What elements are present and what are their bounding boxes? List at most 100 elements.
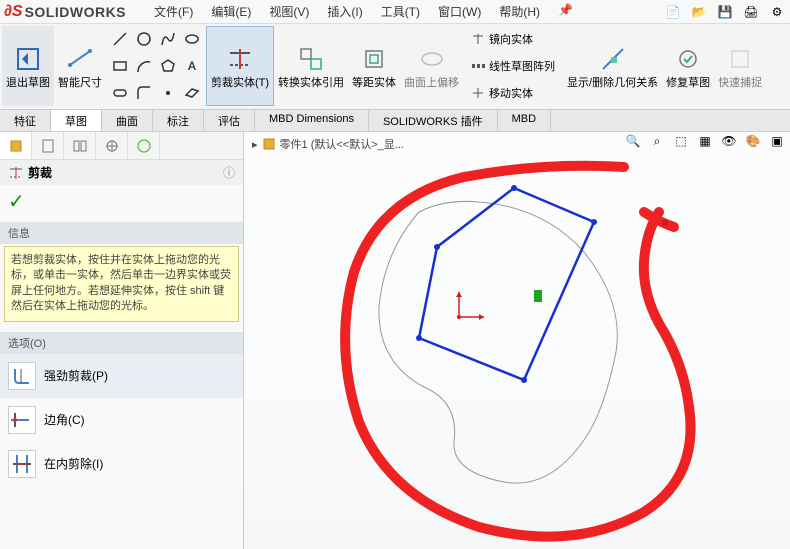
menu-window[interactable]: 窗口(W) (430, 1, 489, 22)
offset-button[interactable]: 等距实体 (348, 26, 400, 106)
app-logo: ∂S SOLIDWORKS (4, 3, 126, 21)
new-icon[interactable]: 📄 (664, 3, 682, 21)
offset-surface-button[interactable]: 曲面上偏移 (400, 26, 463, 106)
save-icon[interactable]: 💾 (716, 3, 734, 21)
pm-tab-strip (0, 132, 243, 160)
pm-option-label: 边角(C) (44, 411, 85, 428)
pm-info-header[interactable]: 信息 (0, 222, 243, 244)
tree-expand-icon[interactable]: ▸ (252, 138, 258, 151)
pm-accept-button[interactable]: ✓ (0, 185, 243, 218)
appearance-icon[interactable]: 🎨 (744, 132, 762, 150)
pm-options-section: 选项(O) 强劲剪裁(P) 边角(C) 在内剪除(I) (0, 328, 243, 490)
repair-icon (672, 43, 704, 75)
pm-option-power-trim[interactable]: 强劲剪裁(P) (0, 354, 243, 398)
main-area: 剪裁 ⓘ ✓ 信息 若想剪裁实体，按住并在实体上拖动您的光标，或单击一实体，然后… (0, 132, 790, 549)
silhouette-curve (379, 201, 617, 483)
vertex[interactable] (434, 244, 440, 250)
menu-insert[interactable]: 插入(I) (319, 1, 370, 22)
sketch-polygon[interactable] (419, 188, 594, 380)
slot-tool[interactable] (110, 83, 130, 103)
hide-show-icon[interactable]: 👁 (720, 132, 738, 150)
snap-icon (724, 43, 756, 75)
command-tabs: 特征 草图 曲面 标注 评估 MBD Dimensions SOLIDWORKS… (0, 110, 790, 132)
sketch-canvas[interactable] (244, 152, 790, 549)
graphics-area[interactable]: ▸ 零件1 (默认<<默认>_显... 🔍 ⌕ ⬚ ▦ 👁 🎨 ▣ (244, 132, 790, 549)
relation-badge[interactable] (534, 290, 542, 302)
zoom-fit-icon[interactable]: 🔍 (624, 132, 642, 150)
plane-tool[interactable] (182, 83, 202, 103)
part-name: 零件1 (默认<<默认>_显... (280, 136, 404, 152)
convert-button[interactable]: 转换实体引用 (274, 26, 348, 106)
view-orient-icon[interactable]: ⬚ (672, 132, 690, 150)
ribbon: 退出草图 智能尺寸 A 剪裁实体(T) 转换实体引用 (0, 24, 790, 110)
dimension-icon (64, 43, 96, 75)
mirror-button[interactable]: 镜向实体 (467, 29, 559, 49)
relations-icon (597, 43, 629, 75)
trim-icon (224, 43, 256, 75)
tab-sketch[interactable]: 草图 (51, 110, 102, 131)
sketch-origin (456, 292, 484, 320)
tab-mbd[interactable]: MBD (498, 110, 551, 131)
point-tool[interactable] (158, 83, 178, 103)
tab-solidworks-addins[interactable]: SOLIDWORKS 插件 (369, 110, 498, 131)
menu-edit[interactable]: 编辑(E) (203, 1, 259, 22)
line-tool[interactable] (110, 29, 130, 49)
pm-help-icon[interactable]: ⓘ (223, 164, 235, 181)
menu-view[interactable]: 视图(V) (261, 1, 317, 22)
quick-snap-button[interactable]: 快速捕捉 (714, 26, 766, 106)
vertex[interactable] (416, 335, 422, 341)
linear-pattern-button[interactable]: 线性草图阵列 (467, 56, 559, 76)
pm-tab-dimxpert[interactable] (96, 132, 128, 159)
menu-file[interactable]: 文件(F) (146, 1, 201, 22)
fillet-tool[interactable] (134, 83, 154, 103)
pattern-column: 镜向实体 线性草图阵列 移动实体 (463, 26, 563, 106)
relations-button[interactable]: 显示/删除几何关系 (563, 26, 662, 106)
circle-tool[interactable] (134, 29, 154, 49)
tab-features[interactable]: 特征 (0, 110, 51, 131)
pin-icon[interactable]: 📌 (550, 1, 581, 22)
tab-evaluate[interactable]: 评估 (204, 110, 255, 131)
display-style-icon[interactable]: ▦ (696, 132, 714, 150)
power-trim-icon (8, 362, 36, 390)
repair-button[interactable]: 修复草图 (662, 26, 714, 106)
quick-access-toolbar: 📄 📂 💾 🖨 ⚙ (664, 3, 786, 21)
pm-tab-appearance[interactable] (128, 132, 160, 159)
menu-tools[interactable]: 工具(T) (373, 1, 428, 22)
menu-help[interactable]: 帮助(H) (491, 1, 548, 22)
vertex[interactable] (511, 185, 517, 191)
spline-tool[interactable] (158, 29, 178, 49)
print-icon[interactable]: 🖨 (742, 3, 760, 21)
pm-tab-property[interactable] (32, 132, 64, 159)
menu-items: 文件(F) 编辑(E) 视图(V) 插入(I) 工具(T) 窗口(W) 帮助(H… (146, 1, 581, 22)
vertex[interactable] (591, 219, 597, 225)
pm-options-header[interactable]: 选项(O) (0, 332, 243, 354)
tab-mbd-dimensions[interactable]: MBD Dimensions (255, 110, 369, 131)
ellipse-tool[interactable] (182, 29, 202, 49)
offset-surface-icon (416, 43, 448, 75)
pm-tab-feature[interactable] (0, 132, 32, 159)
tab-annotate[interactable]: 标注 (153, 110, 204, 131)
feature-tree-crumb[interactable]: ▸ 零件1 (默认<<默认>_显... (252, 136, 404, 152)
text-tool[interactable]: A (182, 56, 202, 76)
smart-dimension-button[interactable]: 智能尺寸 (54, 26, 106, 106)
move-button[interactable]: 移动实体 (467, 83, 559, 103)
polygon-tool[interactable] (158, 56, 178, 76)
zoom-area-icon[interactable]: ⌕ (648, 132, 666, 150)
pm-option-corner[interactable]: 边角(C) (0, 398, 243, 442)
dangling-point[interactable] (662, 220, 668, 226)
heads-up-toolbar: 🔍 ⌕ ⬚ ▦ 👁 🎨 ▣ (624, 132, 786, 150)
menubar: ∂S SOLIDWORKS 文件(F) 编辑(E) 视图(V) 插入(I) 工具… (0, 0, 790, 24)
arc-tool[interactable] (134, 56, 154, 76)
vertex[interactable] (521, 377, 527, 383)
scene-icon[interactable]: ▣ (768, 132, 786, 150)
settings-icon[interactable]: ⚙ (768, 3, 786, 21)
pm-tab-config[interactable] (64, 132, 96, 159)
exit-sketch-button[interactable]: 退出草图 (2, 26, 54, 106)
pm-info-section: 信息 若想剪裁实体，按住并在实体上拖动您的光标，或单击一实体，然后单击一边界实体… (0, 218, 243, 328)
open-icon[interactable]: 📂 (690, 3, 708, 21)
trim-button[interactable]: 剪裁实体(T) (206, 26, 274, 106)
rectangle-tool[interactable] (110, 56, 130, 76)
pm-option-label: 在内剪除(I) (44, 455, 103, 472)
pm-option-trim-inside[interactable]: 在内剪除(I) (0, 442, 243, 486)
tab-surface[interactable]: 曲面 (102, 110, 153, 131)
